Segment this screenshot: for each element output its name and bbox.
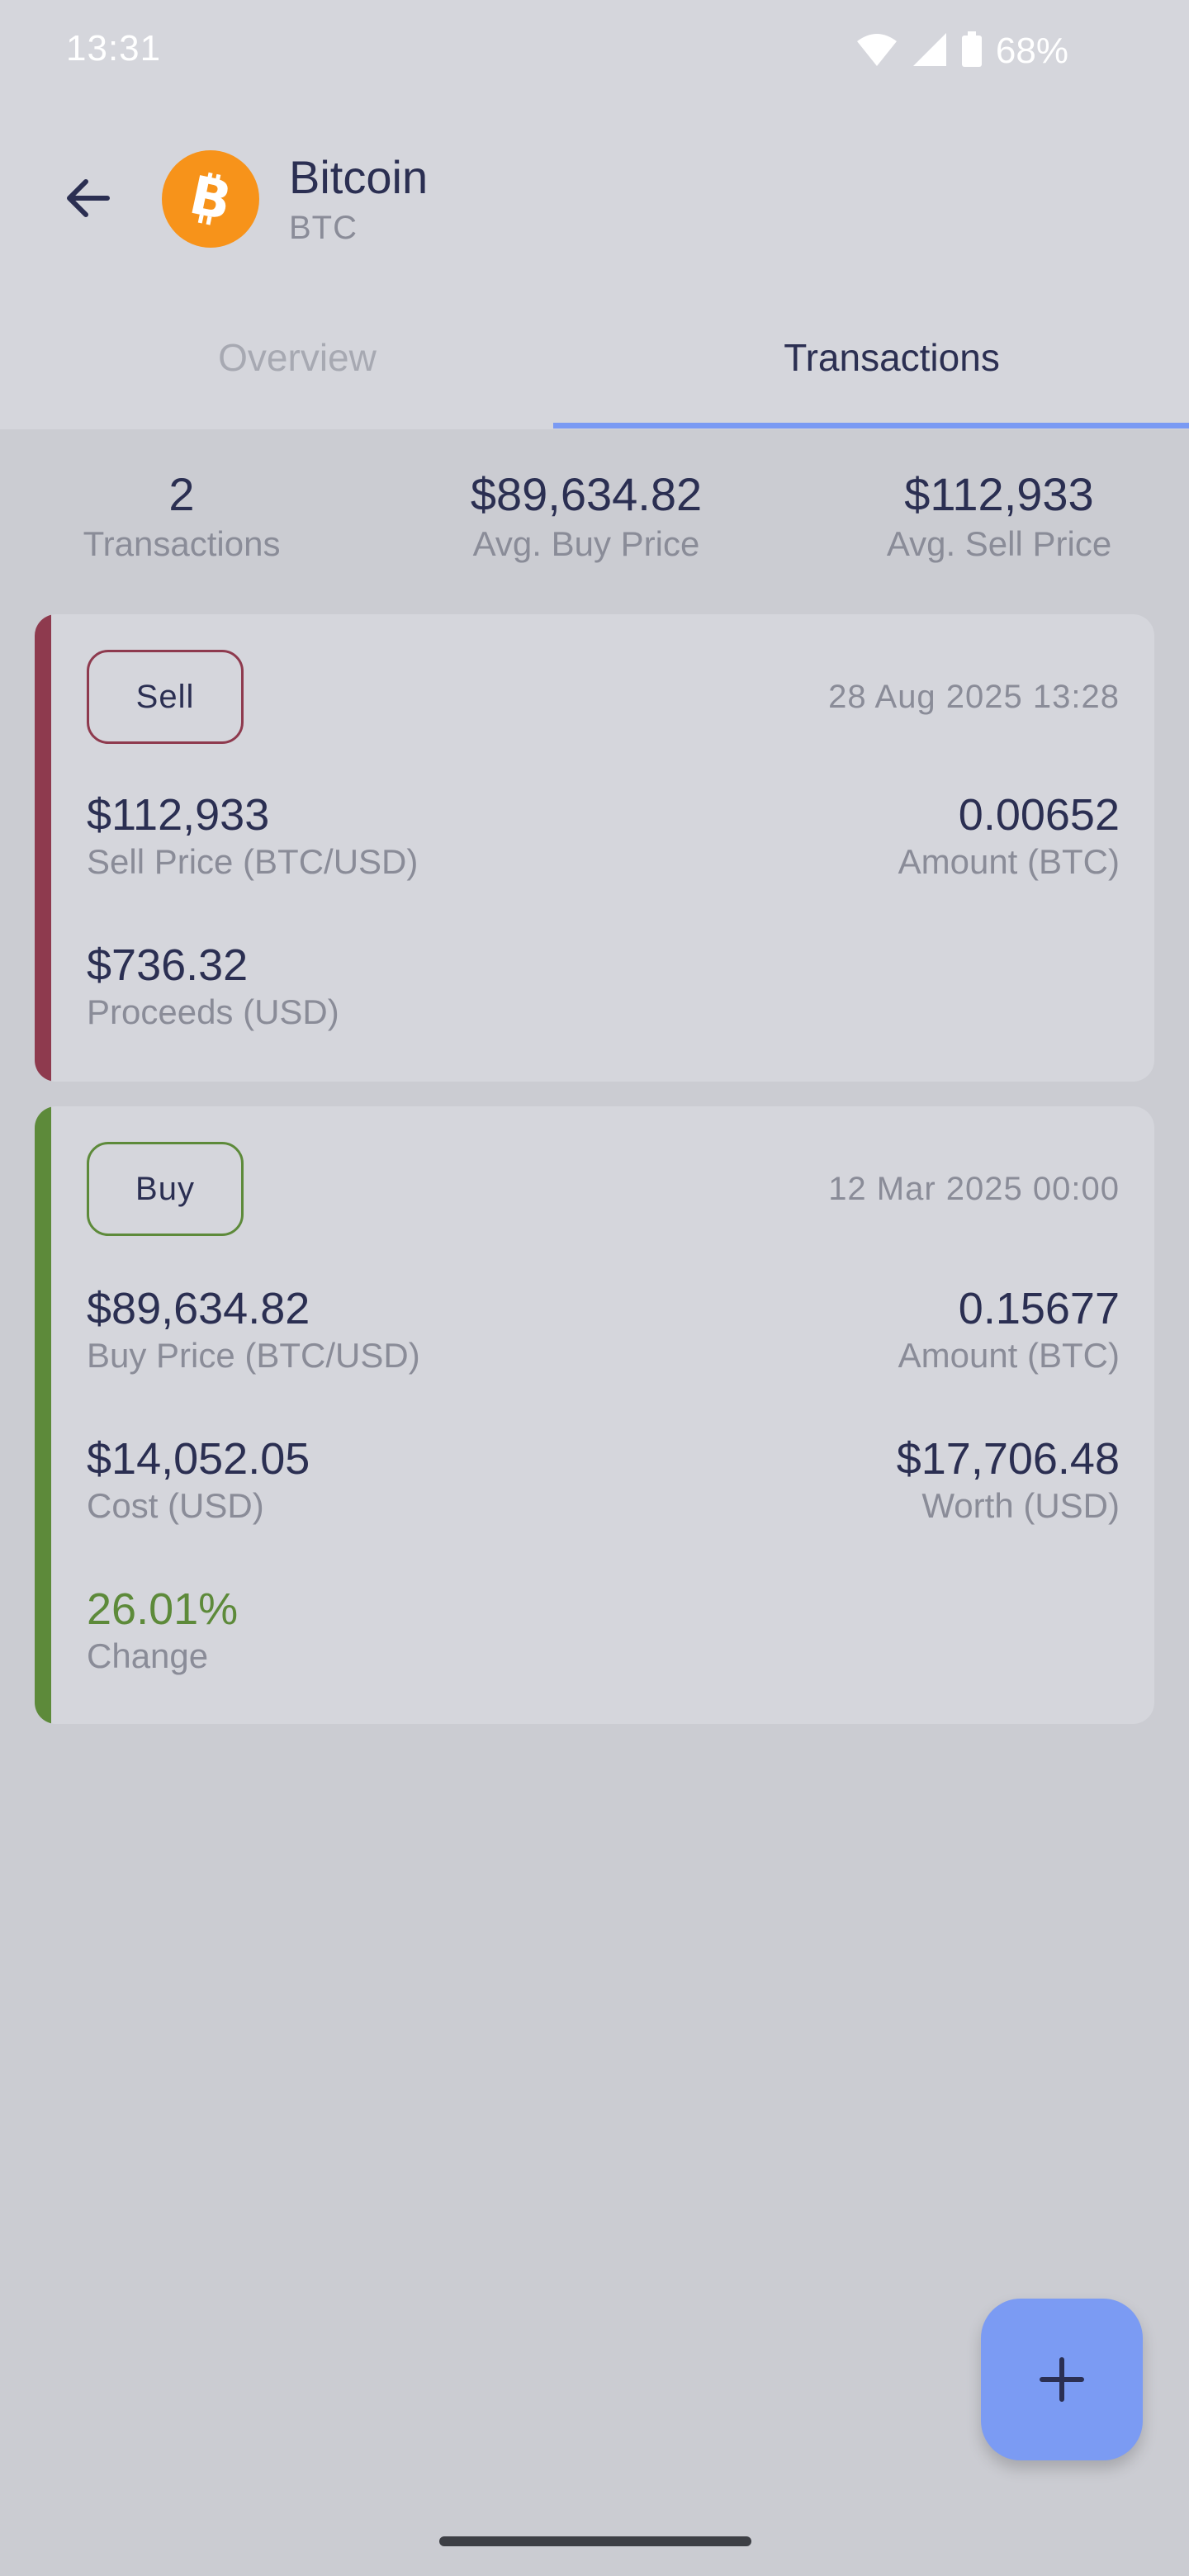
proceeds-value: $736.32 bbox=[87, 940, 249, 990]
cost-label: Cost (USD) bbox=[87, 1486, 264, 1525]
battery-icon bbox=[961, 31, 983, 72]
transaction-date: 12 Mar 2025 00:00 bbox=[828, 1171, 1120, 1207]
sell-amount-value: 0.00652 bbox=[958, 790, 1120, 840]
proceeds-label: Proceeds (USD) bbox=[87, 992, 339, 1031]
cellular-signal-icon bbox=[912, 31, 948, 72]
buy-amount-field: 0.15677 Amount (BTC) bbox=[898, 1283, 1120, 1376]
tab-indicator bbox=[553, 423, 1189, 429]
summary-avg-sell: $112,933 Avg. Sell Price bbox=[859, 467, 1139, 564]
buy-amount-value: 0.15677 bbox=[958, 1284, 1120, 1333]
back-button[interactable] bbox=[54, 165, 121, 231]
battery-percent: 68% bbox=[995, 31, 1068, 71]
change-label: Change bbox=[87, 1636, 209, 1675]
sell-price-field: $112,933 Sell Price (BTC/USD) bbox=[87, 789, 418, 882]
sell-amount-field: 0.00652 Amount (BTC) bbox=[898, 789, 1120, 882]
plus-icon bbox=[1040, 2357, 1084, 2402]
sell-badge: Sell bbox=[87, 650, 244, 744]
sell-price-label: Sell Price (BTC/USD) bbox=[87, 842, 419, 881]
summary-avg-sell-label: Avg. Sell Price bbox=[886, 524, 1112, 563]
cost-field: $14,052.05 Cost (USD) bbox=[87, 1433, 310, 1526]
worth-label: Worth (USD) bbox=[921, 1486, 1120, 1525]
transactions-summary: 2 Transactions $89,634.82 Avg. Buy Price… bbox=[0, 467, 1189, 583]
wifi-icon bbox=[855, 31, 898, 72]
buy-amount-label: Amount (BTC) bbox=[898, 1336, 1120, 1375]
proceeds-field: $736.32 Proceeds (USD) bbox=[87, 940, 339, 1032]
summary-count: 2 Transactions bbox=[50, 467, 314, 564]
buy-stripe bbox=[35, 1106, 51, 1724]
cost-value: $14,052.05 bbox=[87, 1434, 310, 1484]
buy-price-field: $89,634.82 Buy Price (BTC/USD) bbox=[87, 1283, 420, 1376]
change-field: 26.01% Change bbox=[87, 1584, 238, 1676]
tab-transactions[interactable]: Transactions bbox=[594, 335, 1189, 380]
summary-count-value: 2 bbox=[168, 468, 195, 520]
status-icons: 68% bbox=[855, 28, 1068, 74]
worth-field: $17,706.48 Worth (USD) bbox=[897, 1433, 1120, 1526]
buy-price-value: $89,634.82 bbox=[87, 1284, 310, 1333]
transaction-date: 28 Aug 2025 13:28 bbox=[828, 679, 1120, 715]
status-time: 13:31 bbox=[66, 28, 162, 69]
tab-overview[interactable]: Overview bbox=[0, 335, 594, 380]
sell-amount-label: Amount (BTC) bbox=[898, 842, 1120, 881]
tab-bar: Overview Transactions bbox=[0, 297, 1189, 429]
summary-avg-sell-value: $112,933 bbox=[904, 468, 1094, 520]
gesture-nav-handle[interactable] bbox=[439, 2536, 751, 2546]
coin-name: Bitcoin bbox=[289, 151, 429, 203]
sell-price-value: $112,933 bbox=[87, 790, 270, 840]
summary-avg-buy: $89,634.82 Avg. Buy Price bbox=[438, 467, 735, 564]
summary-avg-buy-label: Avg. Buy Price bbox=[472, 524, 700, 563]
status-bar: 13:31 68% bbox=[0, 0, 1189, 99]
buy-price-label: Buy Price (BTC/USD) bbox=[87, 1336, 420, 1375]
bitcoin-icon: B bbox=[162, 150, 259, 248]
sell-stripe bbox=[35, 614, 51, 1082]
change-value: 26.01% bbox=[87, 1584, 239, 1634]
coin-header: B Bitcoin BTC bbox=[0, 132, 1189, 264]
summary-count-label: Transactions bbox=[83, 524, 281, 563]
worth-value: $17,706.48 bbox=[896, 1434, 1120, 1484]
summary-avg-buy-value: $89,634.82 bbox=[470, 468, 703, 520]
buy-badge: Buy bbox=[87, 1142, 244, 1236]
coin-symbol: BTC bbox=[289, 210, 358, 246]
add-transaction-button[interactable] bbox=[981, 2299, 1143, 2460]
transaction-card-buy[interactable]: Buy 12 Mar 2025 00:00 $89,634.82 Buy Pri… bbox=[35, 1106, 1154, 1724]
arrow-left-icon bbox=[67, 179, 110, 217]
transaction-card-sell[interactable]: Sell 28 Aug 2025 13:28 $112,933 Sell Pri… bbox=[35, 614, 1154, 1082]
